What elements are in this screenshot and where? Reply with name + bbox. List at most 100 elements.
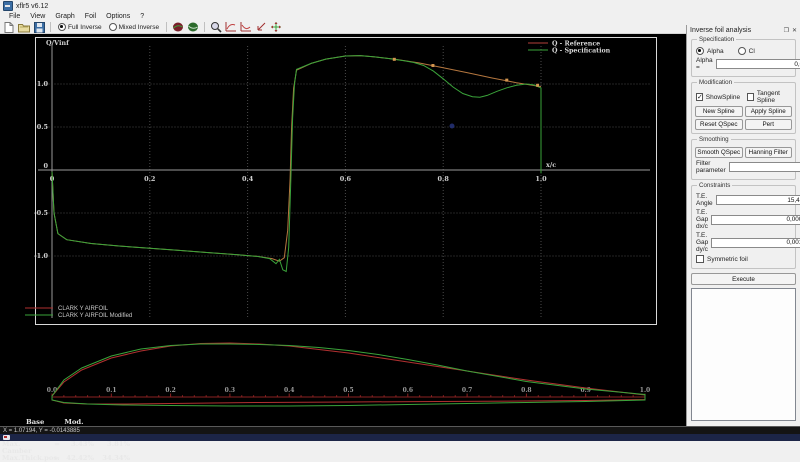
smooth-qspec-button[interactable]: Smooth QSpec bbox=[695, 147, 743, 158]
te-gap-dx-input[interactable] bbox=[711, 214, 800, 225]
cl-radio[interactable] bbox=[737, 47, 746, 55]
q-distribution-graph[interactable]: 0 0.2 0.4 0.6 0.8 1.01.00.50-0.5-1.0Q/Vinfx/c… bbox=[0, 34, 686, 426]
taskbar-app-icon[interactable] bbox=[3, 435, 10, 440]
reset-qspec-button[interactable]: Reset QSpec bbox=[695, 119, 743, 130]
alpha-radio-label: Alpha bbox=[707, 47, 724, 55]
show-spline-label: ShowSpline bbox=[705, 93, 741, 101]
undock-icon[interactable]: ❐ bbox=[784, 27, 789, 34]
menu-graph[interactable]: Graph bbox=[50, 13, 79, 20]
output-log bbox=[691, 288, 796, 421]
toolbar: Full Inverse Mixed Inverse bbox=[0, 21, 686, 34]
inverse-design-view[interactable]: 0 0.2 0.4 0.6 0.8 1.0 1.0 0.5 0 -0.5 -1.0 Q/Vinf x/c… bbox=[0, 34, 686, 462]
y-tick-label: 0 bbox=[43, 162, 48, 170]
te-gap-dx-label: T.E. Gap dx/c bbox=[696, 209, 709, 230]
full-inverse-radio[interactable]: Full Inverse bbox=[58, 23, 102, 31]
foil-legend-label: CLARK Y AIRFOIL bbox=[58, 306, 109, 312]
ruler-label: 0.6 bbox=[403, 387, 413, 394]
x-axis-title: x/c bbox=[546, 161, 556, 169]
zoom-in-icon[interactable] bbox=[210, 21, 222, 33]
reset-y-scale-icon[interactable] bbox=[240, 21, 252, 33]
menu-view[interactable]: View bbox=[25, 13, 50, 20]
zoom-less-icon[interactable] bbox=[255, 21, 267, 33]
modification-title: Modification bbox=[697, 79, 735, 86]
tangent-spline-label: Tangent Spline bbox=[756, 90, 780, 104]
taskbar[interactable] bbox=[0, 434, 800, 441]
panel-header[interactable]: Inverse foil analysis ❐ ✕ bbox=[687, 25, 800, 35]
cl-radio-label: Cl bbox=[748, 47, 755, 55]
x-tick-label: 0.8 bbox=[438, 175, 450, 183]
legend-label: Q - Specification bbox=[552, 48, 611, 55]
new-spline-button[interactable]: New Spline bbox=[695, 106, 743, 117]
hanning-filter-button[interactable]: Hanning Filter bbox=[744, 147, 792, 158]
radio-dot bbox=[58, 23, 66, 31]
alpha-field-label: Alpha = bbox=[696, 57, 713, 71]
smoothing-group: Smoothing Smooth QSpec Hanning Filter Fi… bbox=[691, 136, 800, 180]
menu-options[interactable]: Options bbox=[101, 13, 135, 20]
curve-specification[interactable] bbox=[51, 55, 542, 273]
pert-button[interactable]: Pert bbox=[744, 119, 792, 130]
smoothing-title: Smoothing bbox=[697, 136, 731, 143]
new-file-icon[interactable] bbox=[3, 21, 15, 33]
foil-legend-label: CLARK Y AIRFOIL Modified bbox=[58, 313, 132, 319]
spline-control-point[interactable] bbox=[392, 57, 396, 61]
status-bar: X = 1.07194, Y = -0.0143885 bbox=[0, 426, 800, 434]
ruler-label: 0.7 bbox=[462, 387, 472, 394]
close-icon[interactable]: ✕ bbox=[792, 27, 797, 34]
symmetric-foil-checkbox[interactable] bbox=[696, 255, 704, 263]
alpha-radio[interactable] bbox=[696, 47, 704, 55]
constraints-title: Constraints bbox=[697, 182, 733, 189]
spline-control-point[interactable] bbox=[505, 78, 509, 82]
execute-button[interactable]: Execute bbox=[691, 273, 796, 285]
show-spline-checkbox[interactable] bbox=[696, 93, 703, 101]
radio-dot bbox=[108, 23, 117, 31]
x-tick-label: 1.0 bbox=[535, 175, 547, 183]
mixed-inverse-radio[interactable]: Mixed Inverse bbox=[108, 23, 159, 31]
menu-bar: File View Graph Foil Options ? bbox=[0, 12, 800, 21]
apply-spline-button[interactable]: Apply Spline bbox=[744, 106, 792, 117]
y-axis-title: Q/Vinf bbox=[46, 39, 70, 47]
curve-reference bbox=[51, 55, 542, 262]
title-bar: xflr5 v6.12 bbox=[0, 0, 800, 12]
te-gap-dy-input[interactable] bbox=[711, 237, 800, 248]
tangent-spline-checkbox[interactable] bbox=[747, 93, 754, 101]
ruler-label: 0.8 bbox=[521, 387, 531, 394]
full-inverse-label: Full Inverse bbox=[68, 23, 102, 31]
symmetric-foil-label: Symmetric foil bbox=[707, 255, 748, 263]
spline-control-point[interactable] bbox=[536, 83, 540, 87]
open-file-icon[interactable] bbox=[18, 21, 30, 33]
alpha-input[interactable] bbox=[715, 59, 800, 69]
specification-title: Specification bbox=[697, 36, 737, 43]
menu-help[interactable]: ? bbox=[135, 13, 149, 20]
te-angle-input[interactable] bbox=[715, 195, 800, 205]
y-tick-label: 0.5 bbox=[37, 123, 49, 131]
specification-group: Specification Alpha Cl Alpha = bbox=[691, 36, 800, 77]
toolbar-separator bbox=[204, 22, 206, 32]
direct-foil-view-icon[interactable] bbox=[172, 21, 184, 33]
app-icon bbox=[3, 1, 13, 11]
ruler-label: 0.3 bbox=[225, 387, 235, 394]
inverse-foil-analysis-panel: Inverse foil analysis ❐ ✕ Specification … bbox=[686, 25, 800, 426]
y-tick-label: -0.5 bbox=[34, 209, 48, 217]
reset-scales-icon[interactable] bbox=[270, 21, 282, 33]
menu-foil[interactable]: Foil bbox=[80, 13, 101, 20]
ruler-label: 0.4 bbox=[284, 387, 294, 394]
ruler-label: 1.0 bbox=[640, 387, 650, 394]
toolbar-separator bbox=[50, 22, 51, 32]
x-tick-label: 0.2 bbox=[144, 175, 155, 183]
ruler-label: 0.1 bbox=[106, 387, 116, 394]
filter-parameter-input[interactable] bbox=[728, 162, 800, 172]
x-tick-label: 0.6 bbox=[340, 175, 352, 183]
ruler-label: 0.5 bbox=[343, 387, 353, 394]
save-icon[interactable] bbox=[33, 21, 45, 33]
te-angle-label: T.E. Angle bbox=[696, 193, 713, 207]
modification-group: Modification ShowSpline Tangent Spline N… bbox=[691, 79, 796, 134]
menu-file[interactable]: File bbox=[4, 13, 25, 20]
stats-row-camber: Max. Camber = 3.43% 3.81% bbox=[2, 439, 130, 455]
reset-x-scale-icon[interactable] bbox=[225, 21, 237, 33]
spline-control-point[interactable] bbox=[431, 64, 435, 68]
x-tick-label: 0.4 bbox=[242, 175, 254, 183]
stats-row-camber-pos: Max.Thick.pos. = 42.42% 34.34% bbox=[2, 454, 130, 462]
y-tick-label: 1.0 bbox=[37, 80, 49, 88]
inverse-foil-view-icon[interactable] bbox=[187, 21, 199, 33]
spline-point-marker[interactable] bbox=[449, 123, 455, 129]
